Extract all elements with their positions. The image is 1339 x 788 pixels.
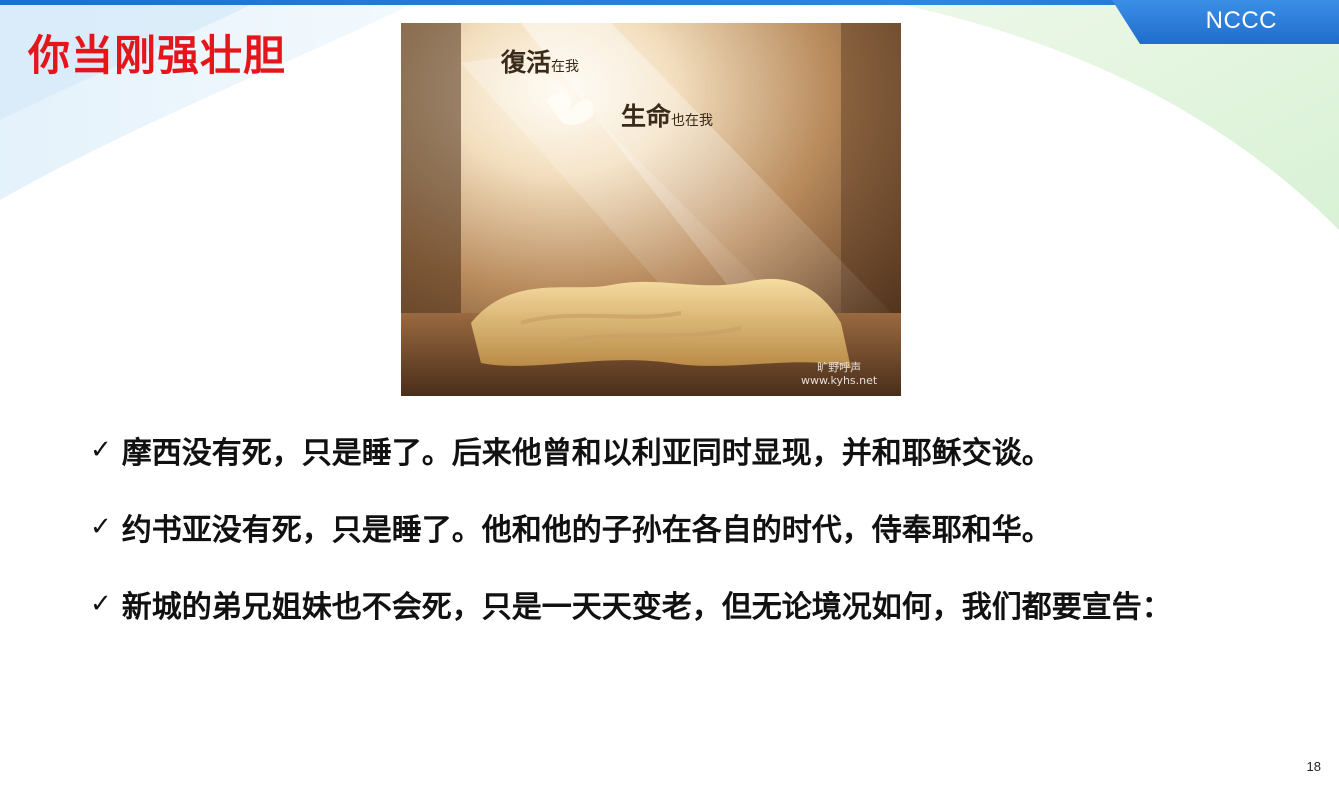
- bullet-item: ✓ 约书亚没有死，只是睡了。他和他的子孙在各自的时代，侍奉耶和华。: [90, 507, 1172, 548]
- brand-label: NCCC: [1205, 7, 1277, 34]
- page-number: 18: [1306, 759, 1321, 774]
- checkmark-icon: ✓: [90, 589, 112, 619]
- bullet-text: 摩西没有死，只是睡了。后来他曾和以利亚同时显现，并和耶稣交谈。: [121, 436, 1052, 471]
- bullet-list: ✓ 摩西没有死，只是睡了。后来他曾和以利亚同时显现，并和耶稣交谈。 ✓ 约书亚没…: [90, 430, 1172, 661]
- image-caption-life: 生命也在我: [621, 102, 714, 131]
- bullet-text: 约书亚没有死，只是睡了。他和他的子孙在各自的时代，侍奉耶和华。: [121, 513, 1052, 548]
- watermark-url: www.kyhs.net: [801, 374, 878, 387]
- brand-tab: NCCC: [1112, 0, 1339, 44]
- image-caption-resurrection: 復活在我: [501, 48, 580, 77]
- checkmark-icon: ✓: [90, 435, 112, 465]
- watermark-name: 旷野呼声: [817, 361, 862, 374]
- image-watermark: 旷野呼声 www.kyhs.net: [801, 361, 877, 387]
- bullet-item: ✓ 新城的弟兄姐妹也不会死，只是一天天变老，但无论境况如何，我们都要宣告：: [90, 584, 1172, 625]
- resurrection-image: 復活在我 生命也在我 旷野呼声 www.kyhs.net: [401, 23, 901, 396]
- bullet-text: 新城的弟兄姐妹也不会死，只是一天天变老，但无论境况如何，我们都要宣告：: [121, 590, 1172, 625]
- slide-title: 你当刚强壮胆: [28, 31, 287, 80]
- bullet-item: ✓ 摩西没有死，只是睡了。后来他曾和以利亚同时显现，并和耶稣交谈。: [90, 430, 1172, 471]
- checkmark-icon: ✓: [90, 512, 112, 542]
- tomb-illustration: [401, 23, 901, 396]
